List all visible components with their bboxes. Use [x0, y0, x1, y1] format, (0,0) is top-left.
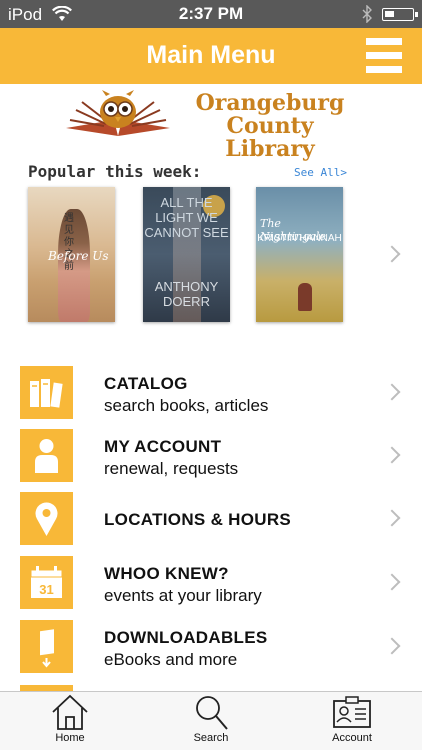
menu-item-title: WHOO KNEW? — [104, 564, 229, 583]
chevron-right-icon — [383, 509, 401, 527]
book-cover-1[interactable]: 遇见你之前 Before Us — [28, 187, 115, 322]
tab-bar: Home Search Account — [0, 691, 422, 750]
home-icon — [52, 694, 88, 730]
menu-item-subtitle: search books, articles — [104, 396, 269, 415]
popular-heading: Popular this week: — [28, 162, 202, 181]
menu-item-locations-hours[interactable]: LOCATIONS & HOURS — [0, 492, 422, 555]
person-icon — [35, 439, 58, 473]
nav-bar: Main Menu — [0, 28, 422, 84]
bluetooth-icon — [362, 5, 372, 23]
account-card-icon — [333, 696, 371, 728]
download-book-icon — [40, 629, 54, 668]
menu-item-subtitle: eBooks and more — [104, 650, 238, 669]
menu-item-title: DOWNLOADABLES — [104, 628, 268, 647]
tab-home[interactable]: Home — [30, 692, 110, 750]
menu-item-title: CATALOG — [104, 374, 188, 393]
menu-item-subtitle: renewal, requests — [104, 459, 239, 478]
hamburger-menu-icon[interactable] — [366, 38, 402, 74]
book-cover-author: ANTHONY DOERR — [154, 279, 219, 309]
map-pin-icon — [35, 502, 58, 536]
menu-item-catalog[interactable]: CATALOG search books, articles — [0, 366, 422, 429]
menu-item-my-account[interactable]: MY ACCOUNT renewal, requests — [0, 429, 422, 492]
status-bar: iPod 2:37 PM — [0, 0, 422, 28]
see-all-link[interactable]: See All> — [294, 166, 347, 179]
status-time: 2:37 PM — [178, 4, 244, 23]
search-icon — [196, 696, 228, 730]
book-cover-title: Before Us — [48, 249, 109, 263]
battery-icon — [382, 8, 418, 21]
chevron-right-icon — [383, 637, 401, 655]
menu-item-title: LOCATIONS & HOURS — [104, 510, 292, 529]
page-title: Main Menu — [146, 41, 276, 69]
menu-item-whoo-knew[interactable]: 31 WHOO KNEW? events at your library — [0, 556, 422, 619]
menu-item-downloadables[interactable]: DOWNLOADABLES eBooks and more — [0, 620, 422, 683]
tab-label: Home — [55, 732, 85, 744]
book-cover-cjk-title: 遇见你之前 — [64, 213, 74, 272]
tab-label: Account — [332, 732, 372, 744]
book-cover-2[interactable]: ALL THE LIGHT WE CANNOT SEE ANTHONY DOER… — [143, 187, 230, 322]
book-cover-3[interactable]: The Nightingale KRISTIN HANNAH — [256, 187, 343, 322]
books-icon — [30, 379, 63, 408]
tab-label: Search — [193, 732, 229, 744]
calendar-icon: 31 — [30, 566, 63, 598]
menu-item-title: MY ACCOUNT — [104, 437, 222, 456]
book-cover-author: KRISTIN HANNAH — [257, 233, 342, 244]
chevron-right-icon — [383, 446, 401, 464]
book-cover-title: ALL THE LIGHT WE CANNOT SEE — [144, 195, 229, 240]
library-logo: Orangeburg County Library — [62, 90, 362, 161]
owl-on-open-book-logo — [66, 90, 170, 136]
logo-line-2: County Library — [225, 113, 315, 162]
carousel-next-chevron-icon[interactable] — [383, 245, 401, 263]
calendar-day: 31 — [39, 582, 53, 597]
chevron-right-icon — [383, 573, 401, 591]
logo-line-1: Orangeburg — [195, 90, 345, 116]
tab-account[interactable]: Account — [312, 692, 392, 750]
menu-item-subtitle: events at your library — [104, 586, 262, 605]
tab-search[interactable]: Search — [171, 692, 251, 750]
chevron-right-icon — [383, 383, 401, 401]
